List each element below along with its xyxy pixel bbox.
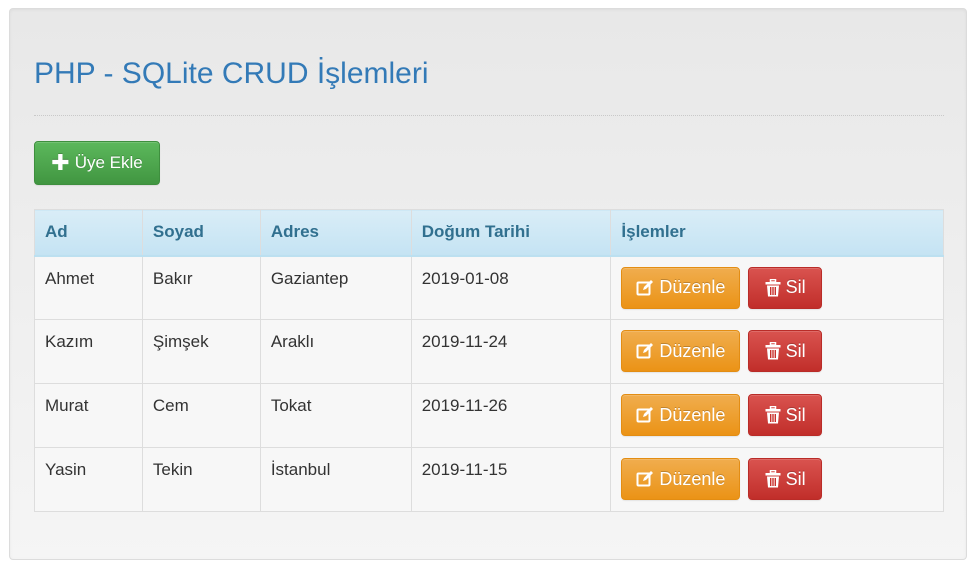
edit-label: Düzenle <box>659 468 726 489</box>
page-title: PHP - SQLite CRUD İşlemleri <box>34 57 429 90</box>
delete-button[interactable]: Sil <box>748 330 823 372</box>
column-header-soyad: Soyad <box>141 209 261 257</box>
cell-dogum-tarihi: 2019-11-24 <box>410 319 612 384</box>
table-row: Yasin Tekin İstanbul 2019-11-15 Düzenle <box>34 447 944 512</box>
edit-button[interactable]: Düzenle <box>621 266 741 309</box>
cell-actions: Düzenle Sil <box>610 319 944 384</box>
delete-label: Sil <box>785 468 806 489</box>
trash-icon <box>765 470 781 488</box>
edit-icon <box>636 470 654 488</box>
delete-button[interactable]: Sil <box>748 458 823 500</box>
delete-label: Sil <box>785 277 806 297</box>
cell-adres: Tokat <box>259 383 412 448</box>
table-header-row: Ad Soyad Adres Doğum Tarihi İşlemler <box>34 209 944 257</box>
cell-actions: Düzenle Sil <box>610 447 944 512</box>
cell-actions: Düzenle Sil <box>610 383 944 448</box>
cell-soyad: Cem <box>141 383 261 448</box>
edit-button[interactable]: Düzenle <box>621 330 741 372</box>
cell-soyad: Bakır <box>141 255 261 320</box>
cell-dogum-tarihi: 2019-01-08 <box>410 255 612 320</box>
delete-label: Sil <box>785 404 806 425</box>
delete-label: Sil <box>785 340 806 361</box>
add-member-button[interactable]: ✚ Üye Ekle <box>34 141 160 185</box>
table-row: Kazım Şimşek Araklı 2019-11-24 Düzenle S… <box>34 319 944 384</box>
edit-button[interactable]: Düzenle <box>621 458 741 500</box>
table-row: Murat Cem Tokat 2019-11-26 Düzenle Sil <box>34 383 944 448</box>
cell-dogum-tarihi: 2019-11-26 <box>410 383 612 448</box>
cell-ad: Kazım <box>34 319 143 384</box>
edit-label: Düzenle <box>659 404 726 425</box>
edit-icon <box>636 279 654 297</box>
delete-button[interactable]: Sil <box>748 266 823 309</box>
cell-adres: Gaziantep <box>259 255 412 320</box>
column-header-ad: Ad <box>34 209 143 257</box>
table-row: Ahmet Bakır Gaziantep 2019-01-08 Düzenle <box>34 255 944 320</box>
cell-ad: Murat <box>34 383 143 448</box>
main-panel: PHP - SQLite CRUD İşlemleri ✚ Üye Ekle A… <box>9 8 967 560</box>
cell-soyad: Şimşek <box>141 319 261 384</box>
title-divider <box>34 115 944 116</box>
edit-label: Düzenle <box>659 277 726 297</box>
edit-button[interactable]: Düzenle <box>621 394 741 436</box>
column-header-islemler: İşlemler <box>610 209 944 257</box>
trash-icon <box>765 406 781 424</box>
cell-ad: Yasin <box>34 447 143 512</box>
column-header-adres: Adres <box>259 209 412 257</box>
cell-dogum-tarihi: 2019-11-15 <box>410 447 612 512</box>
trash-icon <box>765 278 781 297</box>
cell-adres: Araklı <box>259 319 412 384</box>
members-table: Ad Soyad Adres Doğum Tarihi İşlemler Ahm… <box>34 209 944 512</box>
delete-button[interactable]: Sil <box>748 394 823 436</box>
edit-icon <box>636 406 654 424</box>
edit-icon <box>636 342 654 360</box>
add-member-label: Üye Ekle <box>74 153 143 172</box>
plus-icon: ✚ <box>51 150 70 175</box>
cell-ad: Ahmet <box>34 255 143 320</box>
edit-label: Düzenle <box>659 340 726 361</box>
cell-soyad: Tekin <box>141 447 261 512</box>
column-header-dogum-tarihi: Doğum Tarihi <box>410 209 612 257</box>
cell-actions: Düzenle Sil <box>610 255 944 320</box>
cell-adres: İstanbul <box>259 447 412 512</box>
trash-icon <box>765 342 781 360</box>
